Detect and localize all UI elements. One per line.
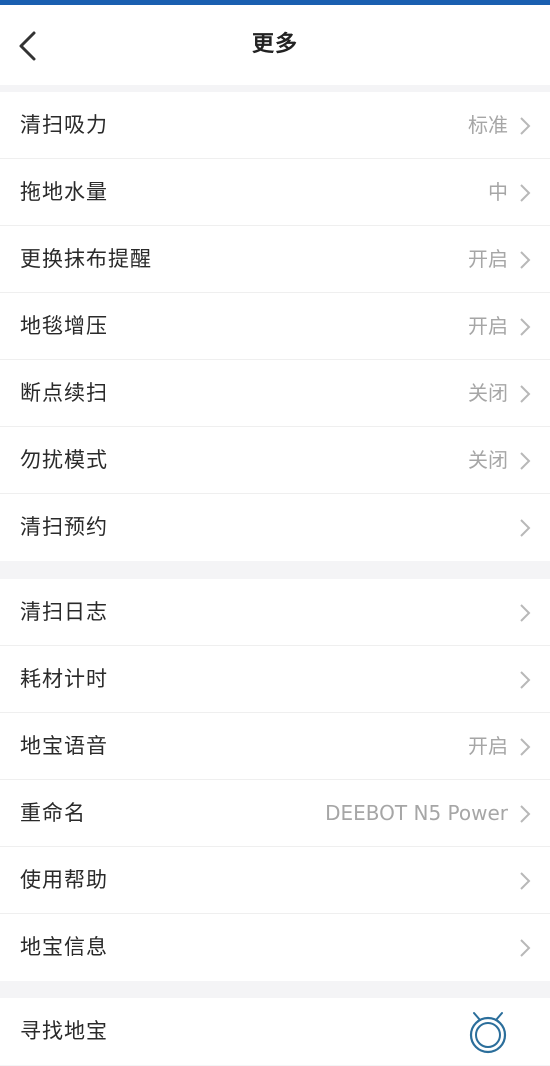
row-label: 耗材计时 (20, 667, 108, 691)
chevron-right-icon (520, 452, 531, 470)
row-suction-power[interactable]: 清扫吸力 标准 (0, 92, 550, 159)
chevron-right-icon (520, 184, 531, 202)
row-carpet-boost[interactable]: 地毯增压 开启 (0, 293, 550, 360)
chevron-right-icon (520, 318, 531, 336)
row-value: 开启 (468, 734, 508, 758)
row-rename[interactable]: 重命名 DEEBOT N5 Power (0, 780, 550, 847)
chevron-right-icon (520, 738, 531, 756)
row-label: 勿扰模式 (20, 448, 108, 472)
nav-header: 更多 (0, 5, 550, 85)
row-value: 标准 (468, 113, 508, 137)
chevron-left-icon[interactable] (14, 29, 42, 63)
robot-vacuum-icon[interactable] (468, 1010, 508, 1054)
row-label: 更换抹布提醒 (20, 247, 152, 271)
row-value: 关闭 (468, 448, 508, 472)
row-label: 清扫吸力 (20, 113, 108, 137)
chevron-right-icon (520, 805, 531, 823)
settings-group-find: 寻找地宝 (0, 998, 550, 1065)
row-label: 地宝信息 (20, 935, 108, 959)
row-label: 重命名 (20, 801, 86, 825)
row-label: 寻找地宝 (20, 1019, 108, 1043)
row-mop-reminder[interactable]: 更换抹布提醒 开启 (0, 226, 550, 293)
chevron-right-icon (520, 671, 531, 689)
row-value: 关闭 (468, 381, 508, 405)
chevron-right-icon (520, 117, 531, 135)
row-cleaning-log[interactable]: 清扫日志 (0, 579, 550, 646)
chevron-right-icon (520, 385, 531, 403)
chevron-right-icon (520, 939, 531, 957)
row-consumables[interactable]: 耗材计时 (0, 646, 550, 713)
row-value: 开启 (468, 247, 508, 271)
settings-group-cleaning: 清扫吸力 标准 拖地水量 中 更换抹布提醒 开启 地毯增压 开启 断点续扫 关闭… (0, 92, 550, 561)
row-find-robot[interactable]: 寻找地宝 (0, 998, 550, 1065)
row-help[interactable]: 使用帮助 (0, 847, 550, 914)
row-schedule[interactable]: 清扫预约 (0, 494, 550, 561)
row-label: 使用帮助 (20, 868, 108, 892)
row-do-not-disturb[interactable]: 勿扰模式 关闭 (0, 427, 550, 494)
row-label: 地宝语音 (20, 734, 108, 758)
row-value: 开启 (468, 314, 508, 338)
row-value: 中 (488, 180, 508, 204)
chevron-right-icon (520, 251, 531, 269)
row-label: 断点续扫 (20, 381, 108, 405)
page-title: 更多 (251, 32, 298, 57)
row-label: 地毯增压 (20, 314, 108, 338)
row-robot-voice[interactable]: 地宝语音 开启 (0, 713, 550, 780)
settings-group-device: 清扫日志 耗材计时 地宝语音 开启 重命名 DEEBOT N5 Power 使用… (0, 579, 550, 981)
row-label: 清扫日志 (20, 600, 108, 624)
chevron-right-icon (520, 519, 531, 537)
row-water-level[interactable]: 拖地水量 中 (0, 159, 550, 226)
row-robot-info[interactable]: 地宝信息 (0, 914, 550, 981)
chevron-right-icon (520, 604, 531, 622)
row-label: 清扫预约 (20, 515, 108, 539)
row-value: DEEBOT N5 Power (325, 801, 508, 825)
row-label: 拖地水量 (20, 180, 108, 204)
row-resume-cleaning[interactable]: 断点续扫 关闭 (0, 360, 550, 427)
chevron-right-icon (520, 872, 531, 890)
